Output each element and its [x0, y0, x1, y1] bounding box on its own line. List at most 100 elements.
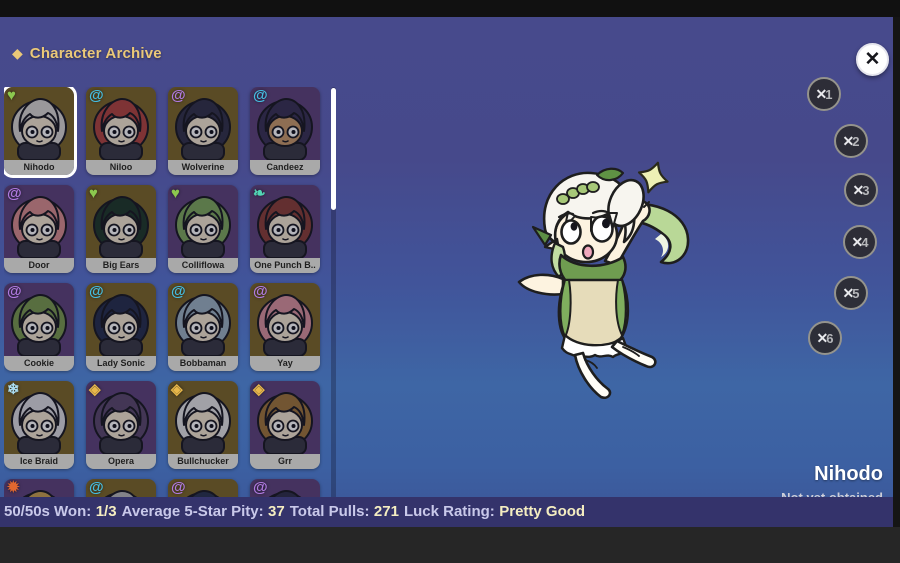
dendro-element-icon: ♥ — [89, 186, 98, 202]
character-card[interactable]: @ Niloo — [86, 87, 156, 175]
character-card[interactable]: ❧ One Punch B.. — [250, 185, 320, 273]
constellation-number: 1 — [825, 87, 832, 102]
character-name-label: Yay — [250, 356, 320, 371]
character-portrait: ◈ — [86, 381, 156, 454]
character-portrait: ◈ — [250, 381, 320, 454]
right-letterbox-bar — [893, 17, 900, 527]
character-name-label: Colliflowa — [168, 258, 238, 273]
character-portrait: ◈ — [168, 381, 238, 454]
stat-label: 50/50s Won: — [4, 503, 91, 520]
character-card[interactable]: @ Candeez — [250, 87, 320, 175]
character-name-label: Bullchucker — [168, 454, 238, 469]
character-card[interactable]: @ Wolverine — [168, 87, 238, 175]
character-card[interactable]: ♥ Nihodo — [4, 87, 74, 175]
character-roster-grid: ♥ Nihodo @ — [4, 87, 329, 514]
constellation-number: 2 — [852, 134, 859, 149]
character-portrait: @ — [250, 87, 320, 160]
character-portrait: @ — [4, 185, 74, 258]
character-name-label: Cookie — [4, 356, 74, 371]
electro-element-icon: @ — [253, 480, 268, 496]
character-portrait: ♥ — [168, 185, 238, 258]
character-portrait: ♥ — [86, 185, 156, 258]
selected-character-name: Nihodo — [781, 463, 883, 486]
character-artwork — [505, 155, 705, 399]
roster-scrollbar-thumb[interactable] — [331, 88, 336, 210]
hydro-element-icon: @ — [89, 480, 104, 496]
constellation-number: 6 — [826, 331, 833, 346]
hydro-element-icon: @ — [89, 88, 104, 104]
character-portrait: ❄ — [4, 381, 74, 454]
constellation-lock-icon: ✕ — [816, 86, 826, 103]
stat-item: Average 5-Star Pity: 37 — [122, 503, 285, 521]
stat-value: 1/3 — [96, 503, 117, 520]
constellation-button[interactable]: ✕ 2 — [834, 124, 868, 158]
character-card[interactable]: ◈ Opera — [86, 381, 156, 469]
character-card[interactable]: @ Door — [4, 185, 74, 273]
character-card[interactable]: @ Yay — [250, 283, 320, 371]
hydro-element-icon: @ — [253, 88, 268, 104]
constellation-button[interactable]: ✕ 6 — [808, 321, 842, 355]
character-portrait: @ — [86, 283, 156, 356]
dendro-element-icon: ♥ — [7, 88, 16, 104]
character-card[interactable]: @ Lady Sonic — [86, 283, 156, 371]
cryo-element-icon: ❄ — [7, 382, 20, 398]
character-card[interactable]: ♥ Colliflowa — [168, 185, 238, 273]
constellation-button[interactable]: ✕ 5 — [834, 276, 868, 310]
diamond-icon: ◆ — [12, 45, 23, 62]
character-card[interactable]: @ Bobbaman — [168, 283, 238, 371]
character-portrait: @ — [4, 283, 74, 356]
anemo-element-icon: ❧ — [253, 186, 266, 202]
electro-element-icon: @ — [253, 284, 268, 300]
character-archive-screen: ◆ Character Archive ♥ Nihodo @ — [0, 17, 893, 527]
character-name-label: Wolverine — [168, 160, 238, 175]
stats-bar: 50/50s Won: 1/3 Average 5-Star Pity: 37 … — [0, 497, 893, 527]
character-name-label: Candeez — [250, 160, 320, 175]
character-name-label: Niloo — [86, 160, 156, 175]
stat-item: Luck Rating: Pretty Good — [404, 503, 585, 521]
character-name-label: Lady Sonic — [86, 356, 156, 371]
character-card[interactable]: ◈ Grr — [250, 381, 320, 469]
character-portrait: @ — [250, 283, 320, 356]
stat-value: 37 — [268, 503, 285, 520]
character-card[interactable]: ❄ Ice Braid — [4, 381, 74, 469]
electro-element-icon: @ — [7, 284, 22, 300]
character-card[interactable]: ◈ Bullchucker — [168, 381, 238, 469]
page-title: Character Archive — [30, 45, 162, 62]
bottom-letterbox-bar — [0, 527, 900, 563]
character-portrait: ❧ — [250, 185, 320, 258]
character-card[interactable]: @ Cookie — [4, 283, 74, 371]
geo-element-icon: ◈ — [89, 382, 101, 398]
character-name-label: Nihodo — [4, 160, 74, 175]
constellation-button[interactable]: ✕ 1 — [807, 77, 841, 111]
stat-value: 271 — [374, 503, 399, 520]
close-icon: ✕ — [865, 50, 881, 69]
stat-value: Pretty Good — [499, 503, 585, 520]
character-name-label: Bobbaman — [168, 356, 238, 371]
constellation-lock-icon: ✕ — [817, 330, 827, 347]
character-name-label: Door — [4, 258, 74, 273]
hydro-element-icon: @ — [89, 284, 104, 300]
roster-scrollbar-track[interactable] — [331, 87, 336, 507]
close-button[interactable]: ✕ — [856, 43, 889, 76]
top-letterbox-bar — [0, 0, 900, 17]
character-name-label: Grr — [250, 454, 320, 469]
stat-item: Total Pulls: 271 — [290, 503, 399, 521]
electro-element-icon: @ — [171, 88, 186, 104]
dendro-element-icon: ♥ — [171, 186, 180, 202]
character-card[interactable]: ♥ Big Ears — [86, 185, 156, 273]
electro-element-icon: @ — [7, 186, 22, 202]
constellation-lock-icon: ✕ — [853, 182, 863, 199]
constellation-number: 4 — [861, 235, 868, 250]
constellation-number: 3 — [862, 183, 869, 198]
geo-element-icon: ◈ — [253, 382, 265, 398]
constellation-lock-icon: ✕ — [843, 133, 853, 150]
stat-item: 50/50s Won: 1/3 — [4, 503, 117, 521]
character-name-label: Opera — [86, 454, 156, 469]
geo-element-icon: ◈ — [171, 382, 183, 398]
character-portrait: @ — [168, 87, 238, 160]
constellation-button[interactable]: ✕ 4 — [843, 225, 877, 259]
constellation-lock-icon: ✕ — [843, 285, 853, 302]
stat-label: Total Pulls: — [290, 503, 370, 520]
constellation-button[interactable]: ✕ 3 — [844, 173, 878, 207]
character-name-label: Ice Braid — [4, 454, 74, 469]
